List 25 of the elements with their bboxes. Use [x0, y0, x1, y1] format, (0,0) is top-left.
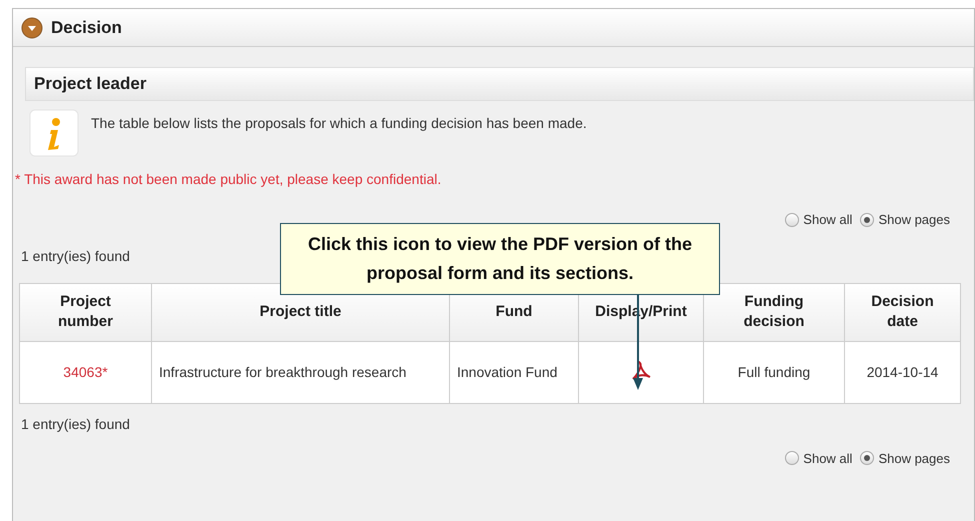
table-cell: Full funding: [704, 341, 844, 403]
panel-title: Decision: [51, 16, 122, 39]
column-header: Project number: [20, 283, 152, 341]
info-text: The table below lists the proposals for which a funding decision has been made.: [91, 114, 587, 133]
collapse-icon[interactable]: [21, 16, 43, 38]
column-header: Decision date: [844, 283, 960, 341]
entry-count: 1 entry(ies) found: [21, 414, 130, 434]
section-header: Project leader: [25, 67, 974, 101]
warning-text: * This award has not been made public yet, please keep confidential.: [15, 170, 442, 189]
radio-option[interactable]: Show all: [785, 448, 852, 468]
radio-button[interactable]: [860, 451, 874, 466]
project-number-link[interactable]: 34063*: [20, 341, 152, 403]
entry-count: 1 entry(ies) found: [21, 246, 130, 266]
radio-option[interactable]: Show pages: [860, 448, 950, 468]
radio-button[interactable]: [860, 212, 874, 227]
callout-box: Click this icon to view the PDF version of the proposal form and its sections.: [280, 223, 720, 295]
radio-button[interactable]: [785, 451, 800, 466]
radio-option[interactable]: Show pages: [860, 210, 950, 230]
table-cell: Infrastructure for breakthrough research: [152, 341, 450, 403]
radio-button[interactable]: [785, 212, 800, 227]
info-icon: [29, 109, 79, 157]
table-cell: Innovation Fund: [450, 341, 578, 403]
panel-header[interactable]: Decision: [13, 9, 974, 47]
table-cell: 2014-10-14: [844, 341, 960, 403]
radio-option[interactable]: Show all: [785, 210, 852, 230]
